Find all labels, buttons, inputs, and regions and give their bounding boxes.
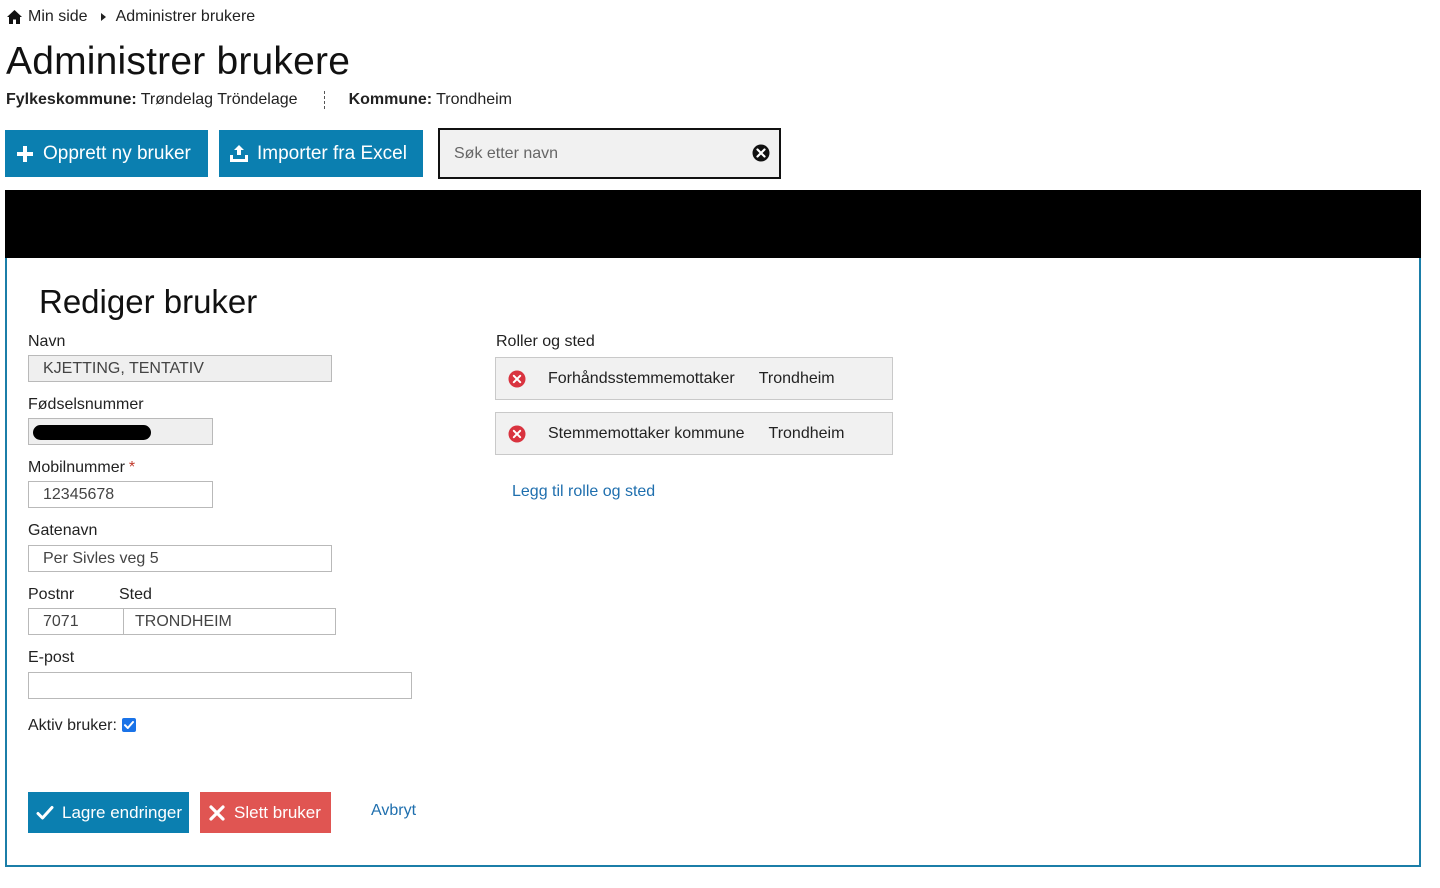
email-field[interactable]	[28, 672, 412, 699]
upload-icon	[229, 144, 249, 164]
postnr-label: Postnr	[28, 586, 75, 603]
breadcrumb: Min side Administrer brukere	[6, 7, 255, 27]
active-user-checkbox[interactable]	[122, 718, 136, 732]
municipality-value: Trondheim	[436, 91, 513, 108]
active-user-label: Aktiv bruker:	[28, 717, 117, 734]
county-value: Trøndelag Tröndelage	[140, 91, 298, 108]
name-label: Navn	[28, 333, 66, 350]
remove-circle-icon[interactable]	[508, 370, 526, 388]
breadcrumb-separator-icon	[100, 13, 106, 21]
check-icon	[36, 804, 54, 822]
role-item: Stemmemottaker kommune Trondheim	[495, 412, 893, 455]
ssn-redaction	[33, 425, 151, 440]
county-label: Fylkeskommune:	[6, 91, 137, 108]
municipality-label: Kommune:	[348, 91, 433, 108]
search-box	[438, 128, 781, 179]
search-input[interactable]	[440, 130, 750, 177]
import-excel-label: Importer fra Excel	[257, 142, 407, 164]
role-place: Trondheim	[768, 424, 845, 442]
cancel-link[interactable]: Avbryt	[371, 802, 416, 820]
home-icon[interactable]	[6, 9, 23, 25]
delete-user-button[interactable]: Slett bruker	[200, 792, 331, 833]
close-circle-icon[interactable]	[752, 144, 770, 162]
postnr-field[interactable]	[28, 608, 124, 635]
import-excel-button[interactable]: Importer fra Excel	[219, 130, 423, 177]
place-field[interactable]	[123, 608, 336, 635]
name-field[interactable]	[28, 355, 332, 382]
breadcrumb-current: Administrer brukere	[115, 8, 256, 25]
new-user-label: Opprett ny bruker	[43, 142, 191, 164]
save-button[interactable]: Lagre endringer	[28, 792, 189, 833]
context-divider	[323, 91, 325, 109]
redacted-bar	[5, 190, 1421, 259]
ssn-field[interactable]	[28, 418, 213, 445]
street-field[interactable]	[28, 545, 332, 572]
email-label: E-post	[28, 649, 75, 666]
mobile-field[interactable]	[28, 481, 213, 508]
plus-icon	[15, 144, 35, 164]
role-item: Forhåndsstemmemottaker Trondheim	[495, 357, 893, 400]
role-name: Stemmemottaker kommune	[548, 424, 745, 442]
add-role-link[interactable]: Legg til rolle og sted	[512, 483, 655, 501]
save-label: Lagre endringer	[62, 802, 183, 822]
context-info: Fylkeskommune: Trøndelag Tröndelage Komm…	[6, 90, 512, 110]
ssn-label: Fødselsnummer	[28, 396, 144, 413]
street-label: Gatenavn	[28, 522, 98, 539]
x-icon	[208, 804, 226, 822]
new-user-button[interactable]: Opprett ny bruker	[5, 130, 208, 177]
required-marker: *	[128, 459, 136, 476]
breadcrumb-home-link[interactable]: Min side	[28, 8, 88, 26]
place-label: Sted	[119, 586, 152, 603]
remove-circle-icon[interactable]	[508, 425, 526, 443]
delete-label: Slett bruker	[234, 802, 321, 822]
mobile-label-group: Mobilnummer *	[28, 459, 135, 477]
roles-label: Roller og sted	[496, 333, 595, 350]
page-title: Administrer brukere	[6, 40, 351, 83]
role-place: Trondheim	[758, 369, 835, 387]
mobile-label: Mobilnummer	[28, 459, 125, 476]
role-name: Forhåndsstemmemottaker	[548, 369, 735, 387]
edit-user-title: Rediger bruker	[39, 283, 258, 320]
